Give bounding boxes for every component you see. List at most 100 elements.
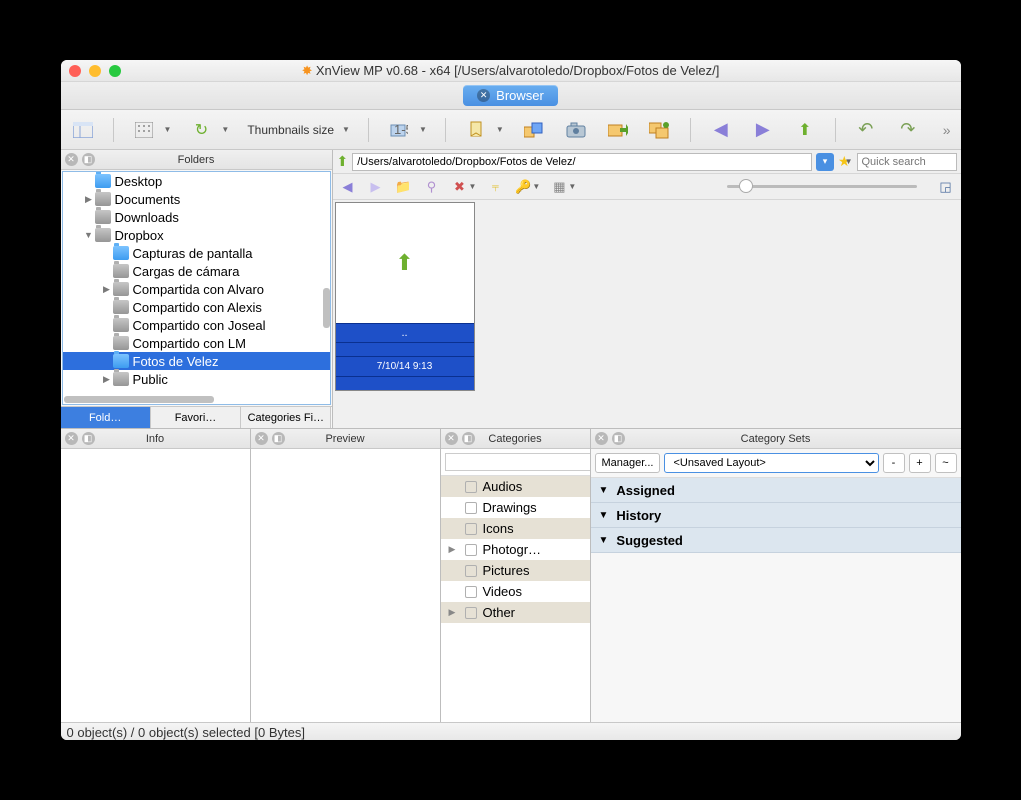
disclosure-icon[interactable]: ▶ bbox=[83, 194, 95, 205]
category-row[interactable]: Drawings bbox=[441, 497, 590, 518]
category-row[interactable]: Audios bbox=[441, 476, 590, 497]
close-panel-icon[interactable]: ✕ bbox=[255, 432, 268, 445]
folder-tree-item[interactable]: Cargas de cámara bbox=[63, 262, 330, 280]
category-checkbox[interactable] bbox=[465, 481, 477, 493]
set-section-header[interactable]: ▼Suggested bbox=[591, 528, 961, 553]
delete-icon[interactable]: ✖ bbox=[451, 179, 469, 195]
disclosure-icon[interactable]: ▶ bbox=[449, 607, 459, 618]
folder-tree-item[interactable]: ▶Documents bbox=[63, 190, 330, 208]
dropdown-arrow-icon[interactable]: ▼ bbox=[164, 125, 172, 134]
path-dropdown-icon[interactable]: ▾ bbox=[816, 153, 834, 171]
dropdown-arrow-icon[interactable]: ▼ bbox=[419, 125, 427, 134]
grid-view-icon[interactable]: ▦ bbox=[550, 179, 568, 195]
quick-search-input[interactable] bbox=[857, 153, 957, 171]
tag-icon[interactable] bbox=[464, 118, 488, 142]
category-checkbox[interactable] bbox=[465, 523, 477, 535]
dropdown-arrow-icon[interactable]: ▼ bbox=[532, 182, 540, 191]
path-input[interactable] bbox=[352, 153, 812, 171]
open-folder-icon[interactable]: 📁 bbox=[395, 179, 413, 195]
horizontal-scrollbar[interactable] bbox=[64, 396, 214, 403]
category-row[interactable]: Pictures bbox=[441, 560, 590, 581]
close-panel-icon[interactable]: ✕ bbox=[595, 432, 608, 445]
folder-tree-item[interactable]: Capturas de pantalla bbox=[63, 244, 330, 262]
folder-tree-item[interactable]: Downloads bbox=[63, 208, 330, 226]
close-panel-icon[interactable]: ✕ bbox=[65, 432, 78, 445]
fullscreen-icon[interactable]: ◲ bbox=[937, 179, 955, 195]
category-checkbox[interactable] bbox=[465, 502, 477, 514]
category-checkbox[interactable] bbox=[465, 586, 477, 598]
remove-set-button[interactable]: - bbox=[883, 453, 905, 473]
category-row[interactable]: ▶Photogr… bbox=[441, 539, 590, 560]
folder-tree-item[interactable]: Desktop bbox=[63, 172, 330, 190]
thumbnail-size-slider[interactable] bbox=[586, 185, 916, 188]
back-small-icon[interactable]: ◀ bbox=[339, 179, 357, 195]
forward-small-icon[interactable]: ▶ bbox=[367, 179, 385, 195]
move-to-icon[interactable] bbox=[648, 118, 672, 142]
category-row[interactable]: Videos bbox=[441, 581, 590, 602]
browser-tab[interactable]: ✕ Browser bbox=[463, 85, 558, 106]
go-up-icon[interactable]: ⬆ bbox=[337, 153, 349, 170]
folder-tree-item[interactable]: ▼Dropbox bbox=[63, 226, 330, 244]
copy-to-icon[interactable] bbox=[606, 118, 630, 142]
disclosure-icon[interactable]: ▶ bbox=[449, 544, 459, 555]
dropdown-arrow-icon[interactable]: ▼ bbox=[469, 182, 477, 191]
export-icon[interactable] bbox=[522, 118, 546, 142]
tag-small-icon[interactable]: ⚲ bbox=[423, 179, 441, 195]
dropdown-arrow-icon[interactable]: ▼ bbox=[342, 125, 350, 134]
view-mode-icon[interactable] bbox=[132, 118, 156, 142]
back-icon[interactable]: ◀ bbox=[709, 118, 733, 142]
folder-tree-item[interactable]: Fotos de Velez bbox=[63, 352, 330, 370]
category-checkbox[interactable] bbox=[465, 565, 477, 577]
category-checkbox[interactable] bbox=[465, 544, 477, 556]
reset-set-button[interactable]: ~ bbox=[935, 453, 957, 473]
filter-icon[interactable]: ⫧ bbox=[486, 179, 504, 195]
minimize-window-button[interactable] bbox=[89, 65, 101, 77]
category-row[interactable]: Icons bbox=[441, 518, 590, 539]
dropdown-arrow-icon[interactable]: ▼ bbox=[496, 125, 504, 134]
disclosure-icon[interactable]: ▶ bbox=[101, 284, 113, 295]
tab-categories-filter[interactable]: Categories Fi… bbox=[241, 407, 331, 428]
layout-select[interactable]: <Unsaved Layout> bbox=[664, 453, 878, 473]
dropdown-arrow-icon[interactable]: ▼ bbox=[845, 157, 853, 166]
disclosure-icon[interactable]: ▼ bbox=[83, 230, 95, 240]
layout-icon[interactable] bbox=[71, 118, 95, 142]
add-set-button[interactable]: + bbox=[909, 453, 931, 473]
folder-tree-item[interactable]: ▶Compartida con Alvaro bbox=[63, 280, 330, 298]
refresh-icon[interactable]: ↻ bbox=[189, 118, 213, 142]
dropdown-arrow-icon[interactable]: ▼ bbox=[221, 125, 229, 134]
folder-tree-item[interactable]: ▶Public bbox=[63, 370, 330, 388]
tab-favorites[interactable]: Favori… bbox=[151, 407, 241, 428]
close-panel-icon[interactable]: ✕ bbox=[445, 432, 458, 445]
vertical-scrollbar[interactable] bbox=[323, 288, 330, 328]
zoom-window-button[interactable] bbox=[109, 65, 121, 77]
thumbnail-item-parent[interactable]: ⬆ .. 7/10/14 9:13 bbox=[335, 202, 475, 391]
manager-button[interactable]: Manager... bbox=[595, 453, 661, 473]
thumbnail-area[interactable]: ⬆ .. 7/10/14 9:13 bbox=[333, 200, 961, 428]
folder-tree[interactable]: Desktop▶DocumentsDownloads▼DropboxCaptur… bbox=[62, 171, 331, 405]
overflow-icon[interactable]: » bbox=[943, 122, 951, 138]
dropdown-arrow-icon[interactable]: ▼ bbox=[568, 182, 576, 191]
capture-icon[interactable] bbox=[564, 118, 588, 142]
folder-tree-item[interactable]: Compartido con Alexis bbox=[63, 298, 330, 316]
rotate-cw-icon[interactable]: ↷ bbox=[896, 118, 920, 142]
category-checkbox[interactable] bbox=[465, 607, 477, 619]
up-icon[interactable]: ⬆ bbox=[793, 118, 817, 142]
detach-panel-icon[interactable]: ◧ bbox=[82, 153, 95, 166]
close-panel-icon[interactable]: ✕ bbox=[65, 153, 78, 166]
close-tab-icon[interactable]: ✕ bbox=[477, 89, 490, 102]
key-icon[interactable]: 🔑 bbox=[514, 179, 532, 195]
detach-panel-icon[interactable]: ◧ bbox=[272, 432, 285, 445]
rename-icon[interactable]: 1-5 bbox=[387, 118, 411, 142]
detach-panel-icon[interactable]: ◧ bbox=[82, 432, 95, 445]
close-window-button[interactable] bbox=[69, 65, 81, 77]
folder-tree-item[interactable]: Compartido con LM bbox=[63, 334, 330, 352]
tab-folders[interactable]: Fold… bbox=[61, 407, 151, 428]
set-section-header[interactable]: ▼History bbox=[591, 503, 961, 528]
forward-icon[interactable]: ▶ bbox=[751, 118, 775, 142]
folder-tree-item[interactable]: Compartido con Joseal bbox=[63, 316, 330, 334]
detach-panel-icon[interactable]: ◧ bbox=[612, 432, 625, 445]
category-filter-input[interactable] bbox=[445, 453, 590, 471]
category-row[interactable]: ▶Other bbox=[441, 602, 590, 623]
detach-panel-icon[interactable]: ◧ bbox=[462, 432, 475, 445]
set-section-header[interactable]: ▼Assigned bbox=[591, 478, 961, 503]
